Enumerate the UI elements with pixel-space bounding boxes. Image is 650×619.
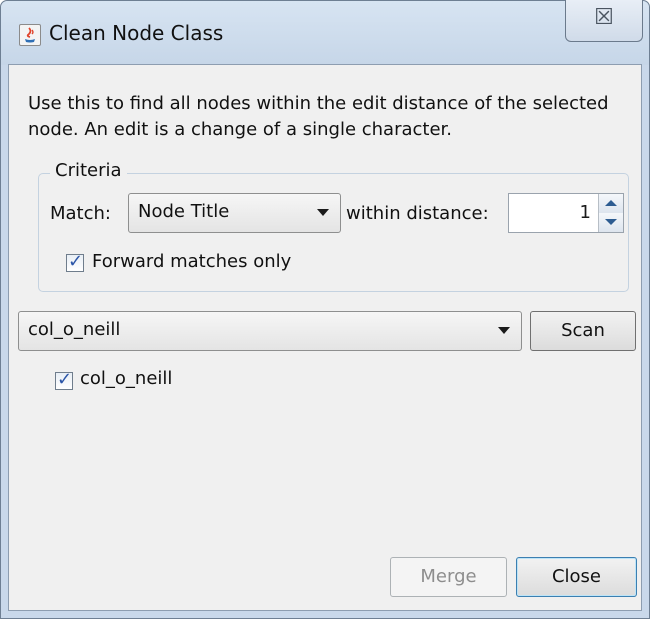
checkmark-icon: ✓ [68, 251, 84, 272]
distance-spinner[interactable]: 1 [508, 193, 624, 233]
checkmark-icon: ✓ [57, 369, 73, 390]
result-checkbox[interactable]: ✓ [55, 369, 73, 390]
title-bar[interactable]: Clean Node Class ☒ [1, 0, 649, 65]
spin-up-icon [605, 200, 617, 206]
match-dropdown[interactable]: Node Title [128, 193, 341, 233]
node-dropdown[interactable]: col_o_neill [18, 311, 522, 351]
distance-label: within distance: [346, 203, 489, 224]
node-dropdown-value: col_o_neill [28, 319, 121, 340]
criteria-legend: Criteria [50, 160, 127, 181]
java-app-icon [19, 24, 41, 46]
chevron-down-icon [317, 209, 329, 216]
close-button[interactable]: Close [516, 557, 637, 597]
forward-matches-label: Forward matches only [92, 251, 292, 272]
result-label: col_o_neill [80, 368, 173, 389]
chevron-down-icon [498, 327, 510, 334]
description-text: Use this to find all nodes within the ed… [28, 93, 609, 140]
window-close-button[interactable]: ☒ [565, 0, 643, 42]
spin-up-button[interactable] [599, 194, 623, 214]
distance-value[interactable]: 1 [580, 202, 591, 223]
scan-button[interactable]: Scan [530, 311, 636, 351]
forward-matches-checkbox[interactable]: ✓ [66, 251, 84, 272]
match-dropdown-value: Node Title [138, 201, 230, 222]
window-title: Clean Node Class [49, 21, 224, 45]
close-icon: ☒ [594, 5, 614, 30]
match-label: Match: [50, 203, 111, 224]
merge-button[interactable]: Merge [390, 557, 507, 597]
spinner-buttons [598, 194, 623, 232]
spin-down-button[interactable] [599, 213, 623, 232]
spin-down-icon [605, 219, 617, 225]
